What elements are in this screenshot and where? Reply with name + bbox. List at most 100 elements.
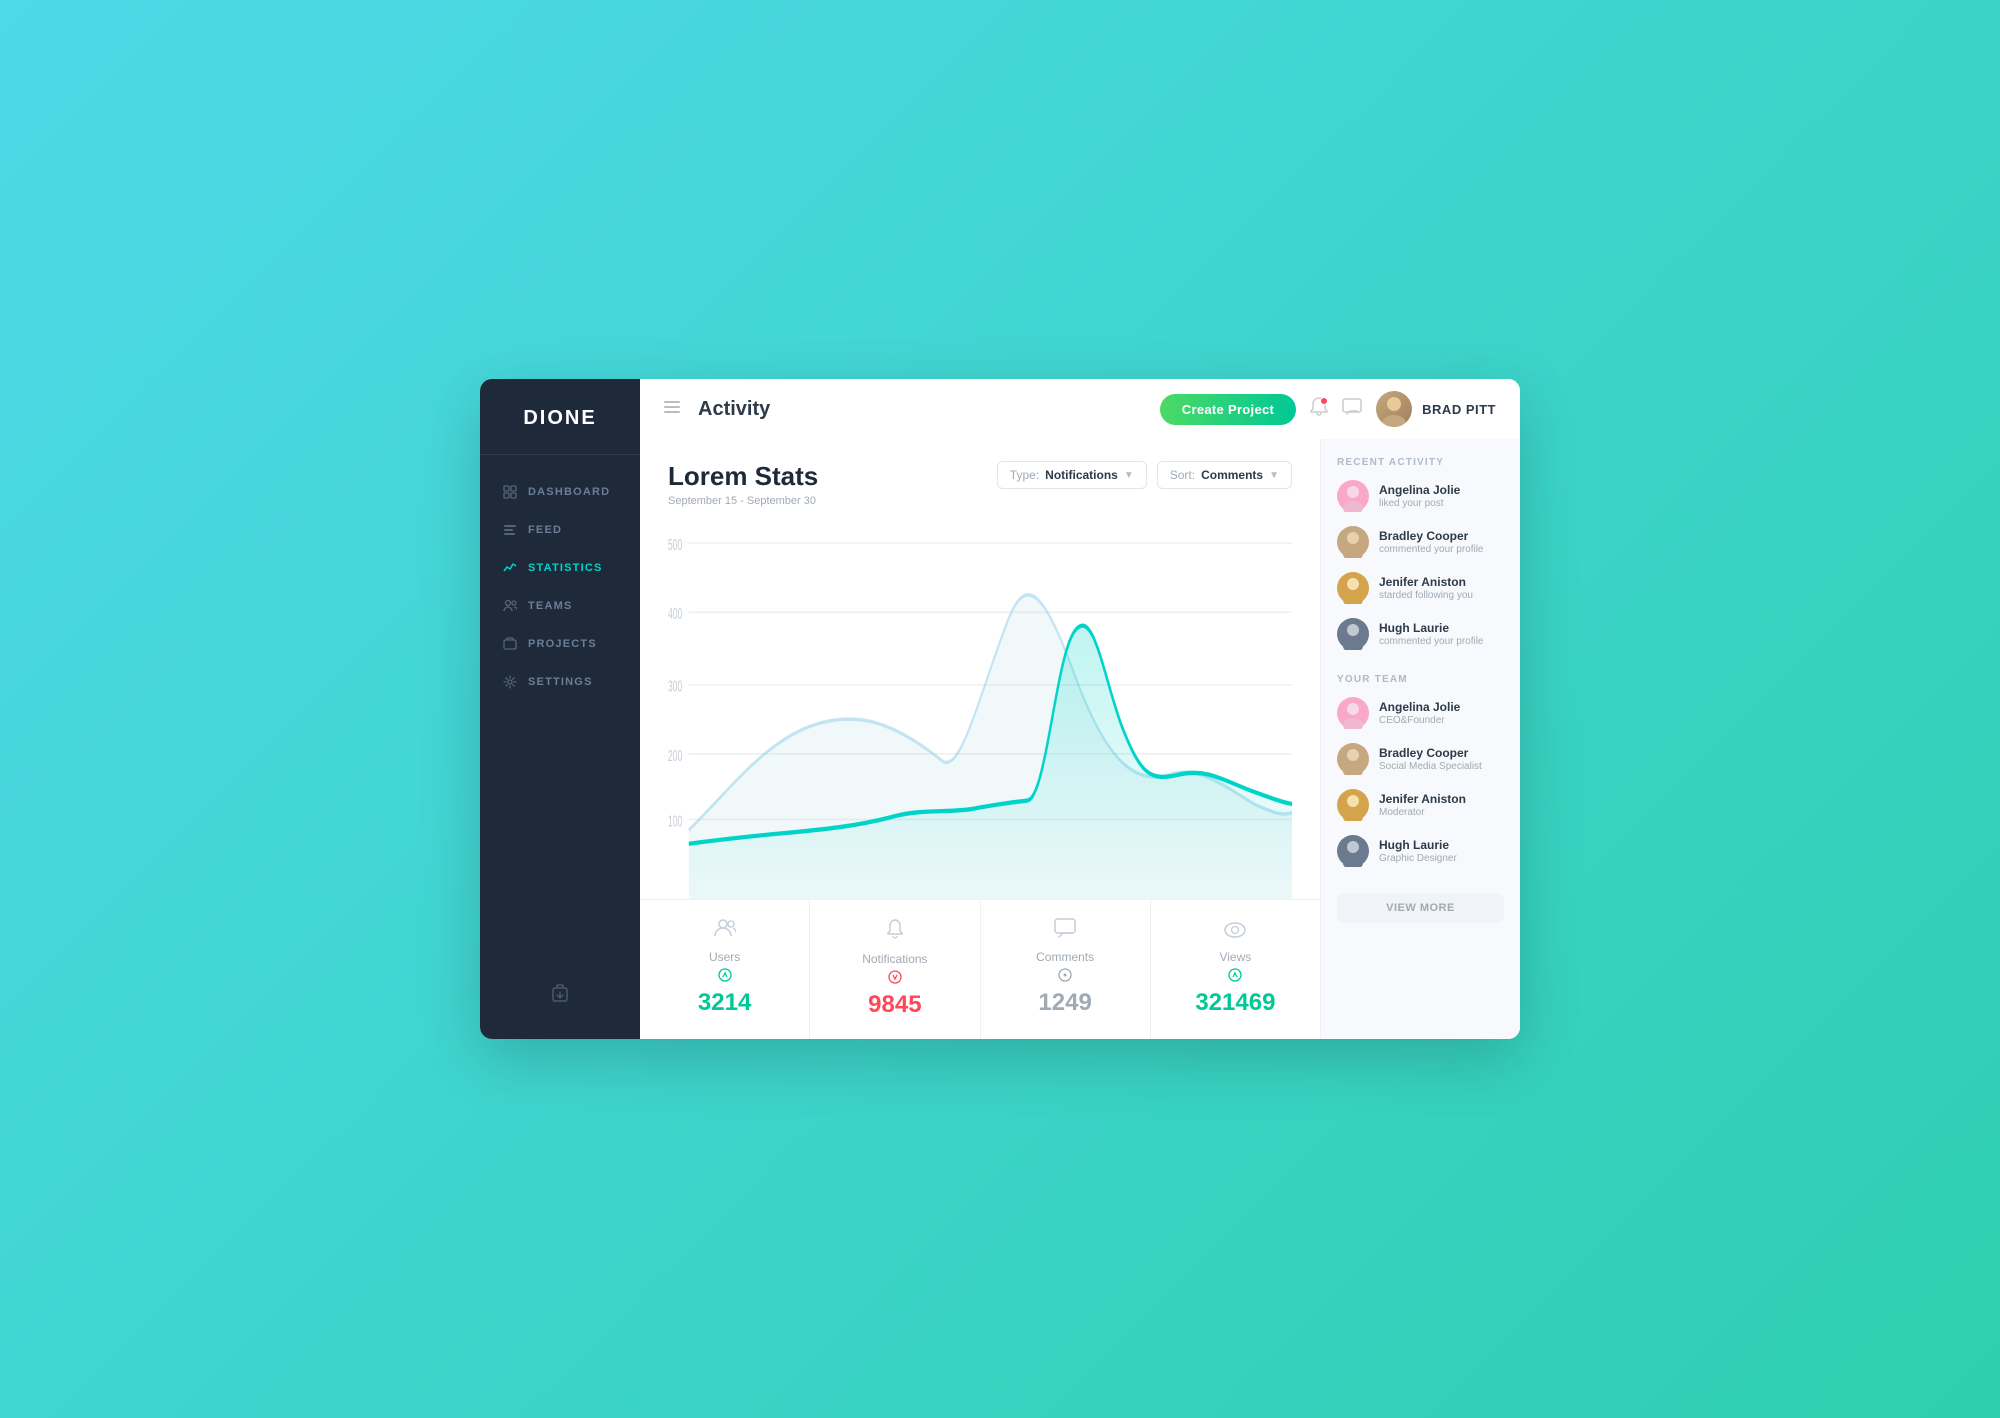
app-window: DIONE Dashboard [480, 379, 1520, 1039]
chart-section: Lorem Stats September 15 - September 30 … [640, 439, 1320, 1039]
users-icon [714, 918, 736, 944]
notifications-label: Notifications [862, 952, 927, 966]
team-role-2: Moderator [1379, 807, 1466, 818]
activity-item-2: Jenifer Aniston starded following you [1337, 572, 1504, 604]
share-icon[interactable] [551, 984, 569, 1009]
activity-text-0: Angelina Jolie liked your post [1379, 483, 1460, 510]
notifications-icon [885, 918, 905, 946]
chart-controls: Type: Notifications ▼ Sort: Comments ▼ [997, 461, 1292, 489]
feed-icon [502, 522, 518, 538]
svg-text:100: 100 [668, 813, 682, 830]
sidebar-item-settings[interactable]: Settings [480, 663, 640, 701]
sort-dropdown[interactable]: Sort: Comments ▼ [1157, 461, 1292, 489]
team-name-2: Jenifer Aniston [1379, 792, 1466, 808]
statistics-icon [502, 560, 518, 576]
notifications-trend [888, 970, 902, 987]
team-text-2: Jenifer Aniston Moderator [1379, 792, 1466, 819]
notification-dot [1320, 397, 1328, 405]
projects-icon [502, 636, 518, 652]
sidebar-item-projects-label: Projects [528, 638, 597, 650]
stat-users: Users 3214 [640, 900, 810, 1039]
sidebar-item-statistics-label: Statistics [528, 562, 603, 574]
type-dropdown[interactable]: Type: Notifications ▼ [997, 461, 1147, 489]
users-trend [718, 968, 732, 985]
chart-title-block: Lorem Stats September 15 - September 30 [668, 461, 818, 507]
comments-icon [1054, 918, 1076, 944]
activity-name-2: Jenifer Aniston [1379, 575, 1473, 591]
line-chart: 500 400 300 200 100 [668, 519, 1292, 899]
activity-item-1: Bradley Cooper commented your profile [1337, 526, 1504, 558]
stats-row: Users 3214 Notificatio [640, 899, 1320, 1039]
activity-item-0: Angelina Jolie liked your post [1337, 480, 1504, 512]
app-logo: DIONE [480, 379, 640, 455]
activity-name-0: Angelina Jolie [1379, 483, 1460, 499]
stat-views: Views 321469 [1151, 900, 1320, 1039]
activity-text-3: Hugh Laurie commented your profile [1379, 621, 1484, 648]
team-avatar-1 [1337, 743, 1369, 775]
menu-icon[interactable] [664, 400, 680, 418]
svg-text:200: 200 [668, 747, 682, 764]
topbar-icons [1310, 397, 1362, 422]
comments-trend [1058, 968, 1072, 985]
team-name-0: Angelina Jolie [1379, 700, 1460, 716]
create-project-button[interactable]: Create Project [1160, 394, 1296, 425]
sidebar-item-feed-label: Feed [528, 524, 562, 536]
team-list: Angelina Jolie CEO&Founder Bradley Coope… [1337, 697, 1504, 867]
svg-text:500: 500 [668, 536, 682, 553]
sidebar-item-projects[interactable]: Projects [480, 625, 640, 663]
user-profile[interactable]: BRAD PITT [1376, 391, 1496, 427]
team-name-3: Hugh Laurie [1379, 838, 1457, 854]
activity-desc-0: liked your post [1379, 498, 1460, 509]
view-more-button[interactable]: VIEW MORE [1337, 893, 1504, 923]
chevron-down-icon: ▼ [1124, 470, 1134, 481]
activity-desc-1: commented your profile [1379, 544, 1484, 555]
team-item-0: Angelina Jolie CEO&Founder [1337, 697, 1504, 729]
team-avatar-2 [1337, 789, 1369, 821]
sidebar-item-dashboard[interactable]: Dashboard [480, 473, 640, 511]
notifications-button[interactable] [1310, 397, 1328, 422]
views-value: 321469 [1195, 989, 1275, 1017]
dashboard-icon [502, 484, 518, 500]
comments-value: 1249 [1038, 989, 1091, 1017]
teams-icon [502, 598, 518, 614]
views-trend [1228, 968, 1242, 985]
topbar: Activity Create Project [640, 379, 1520, 439]
sidebar-footer [480, 974, 640, 1019]
recent-activity-list: Angelina Jolie liked your post Bradley C… [1337, 480, 1504, 664]
sidebar-item-feed[interactable]: Feed [480, 511, 640, 549]
type-label: Type: [1010, 468, 1039, 482]
stat-comments: Comments 1249 [981, 900, 1151, 1039]
team-item-3: Hugh Laurie Graphic Designer [1337, 835, 1504, 867]
your-team-title: YOUR TEAM [1337, 674, 1504, 685]
views-icon [1224, 918, 1246, 944]
messages-button[interactable] [1342, 398, 1362, 420]
main-area: Activity Create Project [640, 379, 1520, 1039]
notifications-value: 9845 [868, 991, 921, 1019]
avatar-image [1376, 391, 1412, 427]
activity-text-2: Jenifer Aniston starded following you [1379, 575, 1473, 602]
sidebar-item-teams[interactable]: Teams [480, 587, 640, 625]
chevron-down-icon-2: ▼ [1269, 470, 1279, 481]
activity-desc-2: starded following you [1379, 590, 1473, 601]
activity-name-1: Bradley Cooper [1379, 529, 1484, 545]
team-text-0: Angelina Jolie CEO&Founder [1379, 700, 1460, 727]
sidebar: DIONE Dashboard [480, 379, 640, 1039]
team-name-1: Bradley Cooper [1379, 746, 1482, 762]
svg-text:300: 300 [668, 678, 682, 695]
settings-icon [502, 674, 518, 690]
chart-header: Lorem Stats September 15 - September 30 … [640, 439, 1320, 519]
right-panel: RECENT ACTIVITY Angelina Jolie liked you… [1320, 439, 1520, 1039]
comments-label: Comments [1036, 950, 1094, 964]
avatar [1376, 391, 1412, 427]
sidebar-item-teams-label: Teams [528, 600, 573, 612]
team-item-1: Bradley Cooper Social Media Specialist [1337, 743, 1504, 775]
activity-name-3: Hugh Laurie [1379, 621, 1484, 637]
activity-text-1: Bradley Cooper commented your profile [1379, 529, 1484, 556]
sidebar-item-dashboard-label: Dashboard [528, 486, 610, 498]
activity-avatar-2 [1337, 572, 1369, 604]
sidebar-item-statistics[interactable]: Statistics [480, 549, 640, 587]
stat-notifications: Notifications 9845 [810, 900, 980, 1039]
activity-desc-3: commented your profile [1379, 636, 1484, 647]
activity-avatar-0 [1337, 480, 1369, 512]
your-team-section: YOUR TEAM Angelina Jolie CEO&Founder [1337, 674, 1504, 923]
